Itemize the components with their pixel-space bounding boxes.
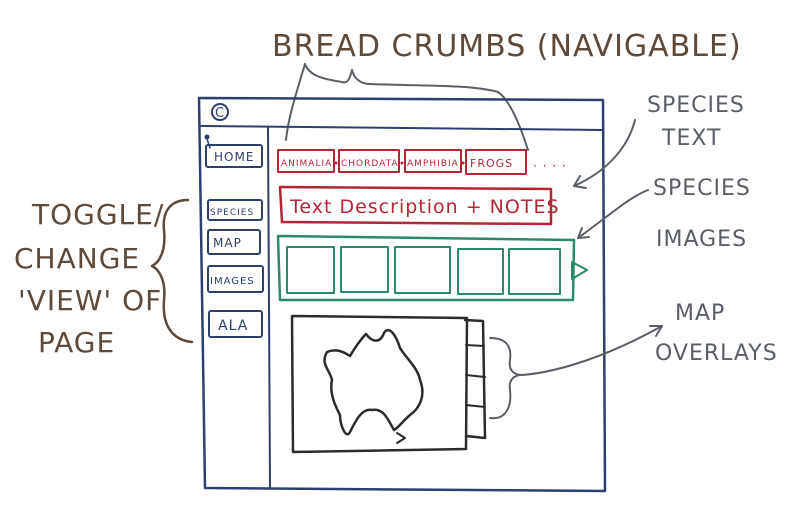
map-overlay-tab[interactable] (465, 374, 486, 378)
species-images-arrow (577, 189, 649, 239)
annotation-species-images-line1: SPECIES (653, 176, 751, 201)
breadcrumb-ellipsis: · · · · (533, 159, 567, 173)
annotation-species-images-line2: IMAGES (656, 227, 747, 252)
breadcrumb-separator (461, 161, 465, 165)
map-panel (290, 314, 487, 454)
sidebar-item-species[interactable]: SPECIES (207, 199, 263, 221)
breadcrumb-item[interactable]: FROGS (465, 149, 527, 175)
annotation-toggle-line2: CHANGE (14, 242, 140, 275)
sidebar-item-label: IMAGES (210, 276, 255, 287)
breadcrumbs-pointer-left (285, 63, 306, 141)
app-logo-letter: C (215, 106, 225, 121)
map-landmass (323, 328, 424, 436)
sidebar-item-images[interactable]: IMAGES (207, 265, 264, 293)
breadcrumb-label: CHORDATA (341, 159, 399, 169)
window-title-bar-line (200, 125, 604, 131)
species-text-description: Text Description + NOTES (289, 196, 560, 218)
sidebar-item-label: ALA (218, 318, 248, 334)
map-overlay-tab[interactable] (465, 404, 486, 408)
annotation-species-text-line1: SPECIES (647, 93, 745, 118)
annotation-species-text-line2: TEXT (661, 126, 721, 151)
annotation-toggle-line3: 'VIEW' OF (18, 284, 162, 317)
breadcrumb-item[interactable]: CHORDATA (338, 149, 400, 173)
breadcrumb-label: FROGS (470, 157, 513, 170)
species-images-strip (276, 234, 588, 302)
image-thumbnail[interactable] (286, 246, 335, 294)
overlays-brace (489, 337, 523, 420)
annotation-toggle-line1: TOGGLE/ (31, 198, 164, 231)
sidebar-item-label: HOME (214, 150, 254, 164)
map-overlay-tab[interactable] (465, 344, 485, 347)
breadcrumbs-brace (304, 63, 499, 93)
map-marker-icon (396, 432, 406, 444)
sidebar-divider (267, 127, 271, 489)
image-thumbnail[interactable] (340, 246, 389, 293)
annotation-map-overlays-line1: MAP (675, 301, 725, 326)
breadcrumb-label: ANIMALIA (281, 159, 332, 169)
breadcrumb-item[interactable]: ANIMALIA (277, 149, 335, 173)
breadcrumb-separator (334, 161, 338, 165)
annotation-map-overlays-line2: OVERLAYS (655, 341, 778, 366)
breadcrumb: ANIMALIA CHORDATA AMPHIBIA FROGS · · · · (277, 149, 567, 175)
annotation-toggle-line4: PAGE (38, 326, 115, 359)
image-thumbnail[interactable] (508, 248, 561, 295)
breadcrumb-item[interactable]: AMPHIBIA (404, 149, 462, 173)
image-thumbnail[interactable] (394, 246, 451, 294)
map-overlays-arrow (521, 325, 663, 376)
wireframe-sketch: BREAD CRUMBS (NAVIGABLE) C HOME SPECIES … (14, 29, 778, 493)
species-text-panel: Text Description + NOTES (278, 185, 560, 226)
sidebar-item-label: MAP (213, 236, 242, 250)
sidebar-item-home[interactable]: HOME (205, 144, 263, 168)
breadcrumb-separator (400, 161, 404, 165)
image-thumbnail[interactable] (457, 248, 504, 295)
sidebar-item-label: SPECIES (210, 208, 254, 218)
sidebar: HOME SPECIES MAP IMAGES ALA (205, 144, 264, 338)
annotation-breadcrumbs: BREAD CRUMBS (NAVIGABLE) (272, 29, 742, 64)
home-marker-line (206, 138, 211, 149)
sidebar-item-map[interactable]: MAP (207, 229, 261, 255)
sidebar-item-ala[interactable]: ALA (208, 310, 263, 338)
breadcrumb-label: AMPHIBIA (407, 159, 459, 169)
